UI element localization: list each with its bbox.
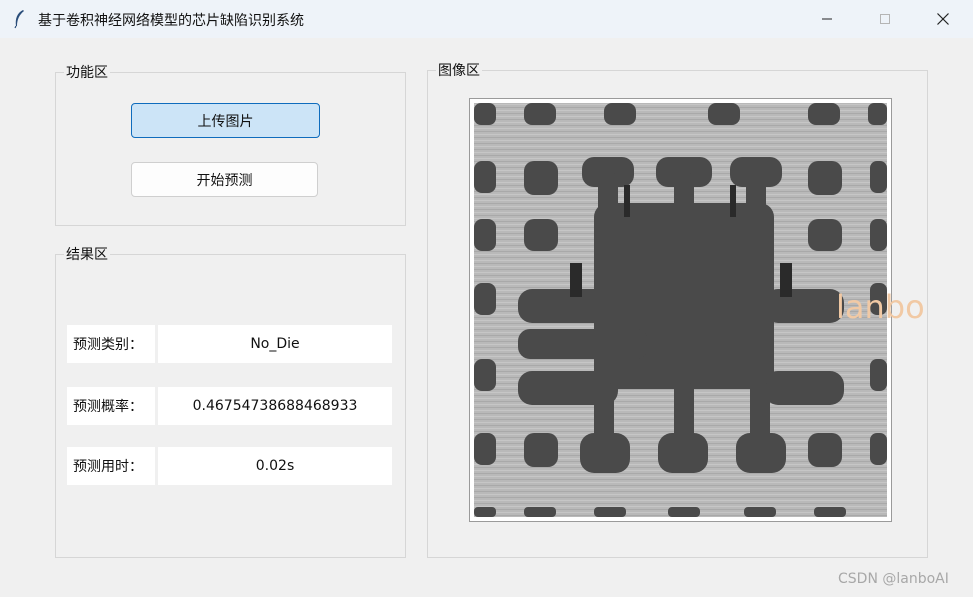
predict-class-label: 预测类别： bbox=[67, 325, 155, 363]
minimize-icon bbox=[822, 18, 832, 20]
predict-probability-label: 预测概率： bbox=[67, 387, 155, 425]
chip-wafer-image bbox=[474, 103, 887, 517]
upload-image-button[interactable]: 上传图片 bbox=[131, 103, 320, 138]
image-area-label: 图像区 bbox=[436, 60, 482, 80]
result-area-label: 结果区 bbox=[64, 244, 110, 264]
predict-time-label: 预测用时： bbox=[67, 447, 155, 485]
start-predict-button[interactable]: 开始预测 bbox=[131, 162, 318, 197]
predict-probability-value: 0.46754738688468933 bbox=[158, 387, 392, 425]
window-title: 基于卷积神经网络模型的芯片缺陷识别系统 bbox=[38, 13, 304, 29]
function-area-group bbox=[55, 72, 406, 226]
function-area-label: 功能区 bbox=[64, 62, 110, 82]
image-watermark: lanbo bbox=[836, 288, 925, 326]
title-bar: 基于卷积神经网络模型的芯片缺陷识别系统 bbox=[0, 0, 973, 38]
footer-watermark: CSDN @lanboAI bbox=[838, 571, 949, 587]
predict-class-value: No_Die bbox=[158, 325, 392, 363]
maximize-icon bbox=[880, 14, 890, 24]
feather-icon bbox=[14, 10, 24, 29]
minimize-button[interactable] bbox=[798, 0, 856, 38]
close-button[interactable] bbox=[914, 0, 972, 38]
predict-time-value: 0.02s bbox=[158, 447, 392, 485]
close-icon bbox=[937, 13, 949, 25]
maximize-button[interactable] bbox=[856, 0, 914, 38]
image-display bbox=[469, 98, 892, 522]
